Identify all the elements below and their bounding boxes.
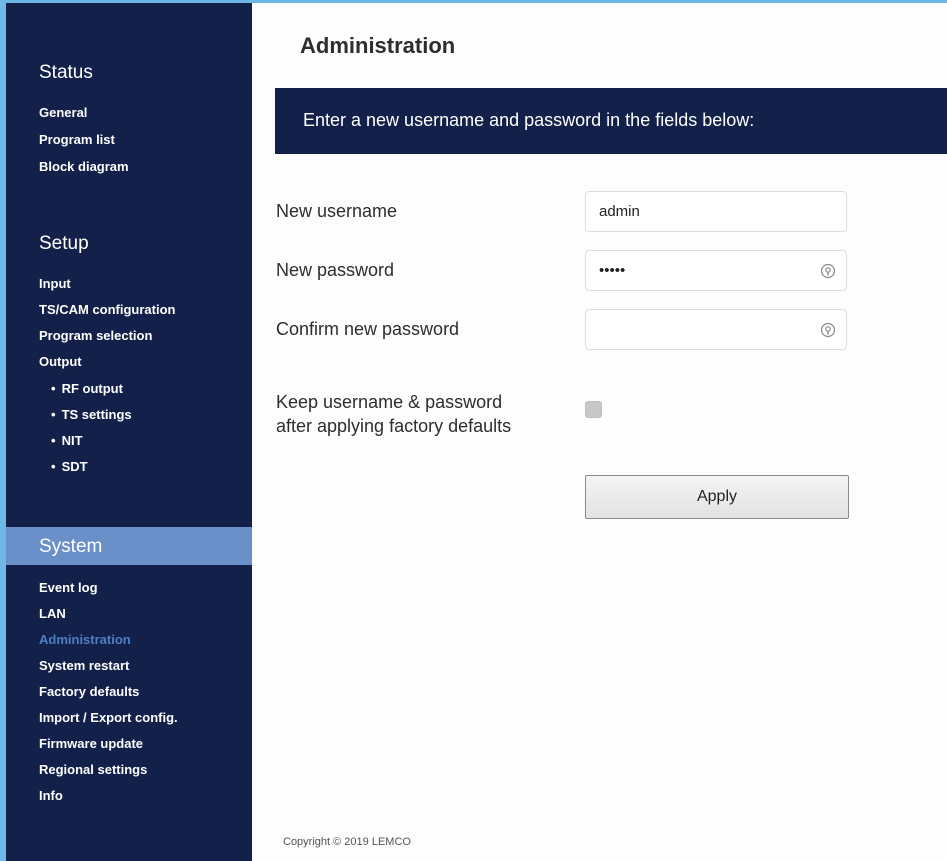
section-title-status: Status	[39, 62, 93, 83]
confirm-password-input[interactable]	[586, 310, 846, 349]
nav-general[interactable]: General	[39, 105, 87, 121]
nav-administration[interactable]: Administration	[39, 632, 131, 648]
password-input[interactable]	[586, 251, 846, 290]
password-label: New password	[276, 260, 395, 280]
nav-output[interactable]: Output	[39, 354, 82, 370]
sidebar: Status General Program list Block diagra…	[6, 3, 252, 861]
system-section-header: System	[6, 527, 252, 565]
nav-ts-cam-configuration[interactable]: TS/CAM configuration	[39, 302, 176, 318]
keep-credentials-checkbox[interactable]	[585, 401, 602, 418]
keep-credentials-label-line1: Keep username & password	[276, 392, 503, 412]
nav-regional-settings[interactable]: Regional settings	[39, 762, 147, 778]
nav-nit[interactable]: NIT	[51, 433, 83, 449]
nav-lan[interactable]: LAN	[39, 606, 66, 622]
nav-rf-output[interactable]: RF output	[51, 381, 123, 397]
section-title-setup: Setup	[39, 233, 89, 254]
page-title: Administration	[300, 33, 456, 58]
confirm-password-field-box	[585, 309, 847, 350]
nav-block-diagram[interactable]: Block diagram	[39, 159, 129, 175]
banner-text: Enter a new username and password in the…	[303, 110, 755, 130]
nav-ts-settings[interactable]: TS settings	[51, 407, 132, 423]
username-input[interactable]	[586, 192, 846, 231]
instruction-banner: Enter a new username and password in the…	[275, 88, 947, 154]
confirm-password-label: Confirm new password	[276, 319, 460, 339]
username-label: New username	[276, 201, 398, 221]
nav-system-restart[interactable]: System restart	[39, 658, 129, 674]
nav-input[interactable]: Input	[39, 276, 71, 292]
main-content: Administration Enter a new username and …	[252, 3, 947, 861]
section-title-system: System	[39, 536, 103, 557]
copyright-text: Copyright © 2019 LEMCO	[283, 836, 411, 848]
nav-event-log[interactable]: Event log	[39, 580, 98, 596]
nav-firmware-update[interactable]: Firmware update	[39, 736, 143, 752]
nav-import-export-config[interactable]: Import / Export config.	[39, 710, 178, 726]
apply-button[interactable]: Apply	[585, 475, 849, 519]
nav-program-selection[interactable]: Program selection	[39, 328, 152, 344]
nav-sdt[interactable]: SDT	[51, 459, 88, 475]
nav-program-list[interactable]: Program list	[39, 132, 115, 148]
nav-factory-defaults[interactable]: Factory defaults	[39, 684, 139, 700]
keep-credentials-label-line2: after applying factory defaults	[276, 416, 512, 436]
show-confirm-password-icon[interactable]	[820, 322, 836, 338]
nav-info[interactable]: Info	[39, 788, 63, 804]
show-password-icon[interactable]	[820, 263, 836, 279]
username-field-box	[585, 191, 847, 232]
password-field-box	[585, 250, 847, 291]
